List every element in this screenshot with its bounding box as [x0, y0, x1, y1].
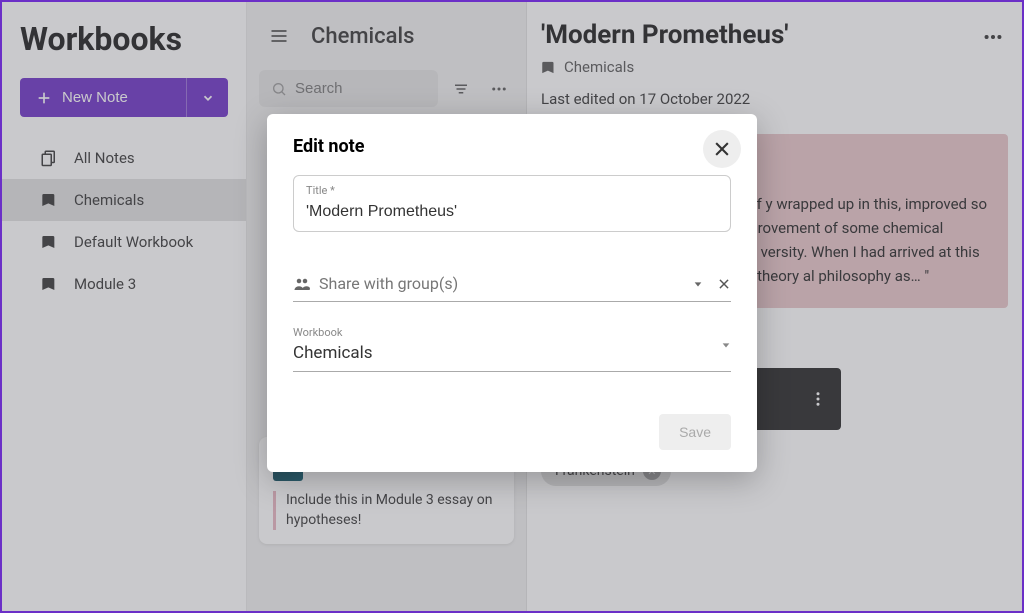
dropdown-icon[interactable]	[693, 279, 703, 289]
share-placeholder: Share with group(s)	[319, 274, 458, 293]
clear-icon[interactable]	[717, 277, 731, 291]
title-field-label: Title *	[306, 184, 718, 197]
close-icon	[712, 139, 732, 159]
save-button[interactable]: Save	[659, 414, 731, 450]
modal-close-button[interactable]	[703, 130, 741, 168]
workbook-field[interactable]: Workbook Chemicals	[293, 320, 731, 372]
group-icon	[293, 277, 311, 291]
dropdown-icon[interactable]	[721, 340, 731, 350]
modal-overlay[interactable]: Edit note Title * Share with group(s)	[2, 2, 1022, 611]
share-field[interactable]: Share with group(s)	[293, 268, 731, 302]
edit-note-modal: Edit note Title * Share with group(s)	[267, 114, 757, 472]
modal-title: Edit note	[293, 136, 731, 157]
workbook-field-label: Workbook	[293, 326, 713, 339]
title-input[interactable]	[306, 203, 718, 221]
workbook-field-value: Chemicals	[293, 343, 713, 363]
title-field[interactable]: Title *	[293, 175, 731, 232]
